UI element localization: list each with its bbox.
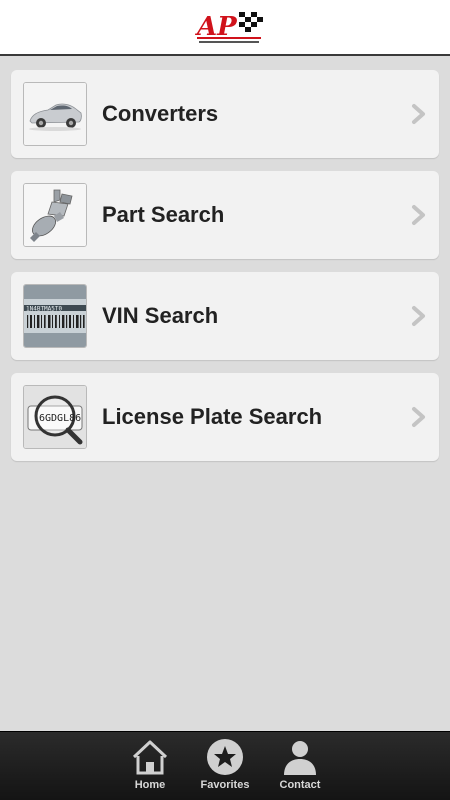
- menu-item-label: VIN Search: [102, 303, 219, 328]
- home-icon: [132, 740, 168, 775]
- license-plate-magnifier-icon: 6GDGL86: [23, 385, 87, 449]
- chevron-right-icon: [412, 205, 425, 225]
- menu-item-label: Part Search: [102, 202, 225, 227]
- ap-logo: AP: [195, 12, 263, 43]
- menu-item-license-plate-search[interactable]: 6GDGL86 License Plate Search: [11, 373, 439, 461]
- chevron-right-icon: [412, 104, 425, 124]
- menu-item-label: License Plate Search: [102, 404, 323, 429]
- star-icon: [207, 739, 243, 775]
- tab-label: Home: [134, 779, 166, 791]
- tab-contact[interactable]: Contact: [262, 738, 338, 798]
- svg-text:1N4BTMA5T0: 1N4BTMA5T0: [26, 306, 63, 313]
- tab-label: Favorites: [200, 779, 250, 791]
- person-icon: [284, 741, 316, 775]
- vin-barcode-icon: 1N4BTMA5T0: [23, 284, 87, 348]
- menu-item-vin-search[interactable]: 1N4BTMA5T0 VIN Search: [11, 272, 439, 360]
- catalytic-converter-icon: [23, 183, 87, 247]
- app-header: AP: [0, 0, 450, 56]
- chevron-right-icon: [412, 407, 425, 427]
- bottom-tab-bar: Home Favorites Contact: [0, 731, 450, 800]
- chevron-right-icon: [412, 306, 425, 326]
- main-menu: Converters Part Search 1N4BTMA5T0 VIN Se…: [11, 70, 439, 474]
- menu-item-label: Converters: [102, 101, 219, 126]
- menu-item-part-search[interactable]: Part Search: [11, 171, 439, 259]
- svg-text:6GDGL86: 6GDGL86: [39, 413, 81, 424]
- menu-item-converters[interactable]: Converters: [11, 70, 439, 158]
- car-icon: [23, 82, 87, 146]
- tab-label: Contact: [279, 779, 321, 791]
- tab-home[interactable]: Home: [112, 738, 188, 798]
- tab-favorites[interactable]: Favorites: [187, 738, 263, 798]
